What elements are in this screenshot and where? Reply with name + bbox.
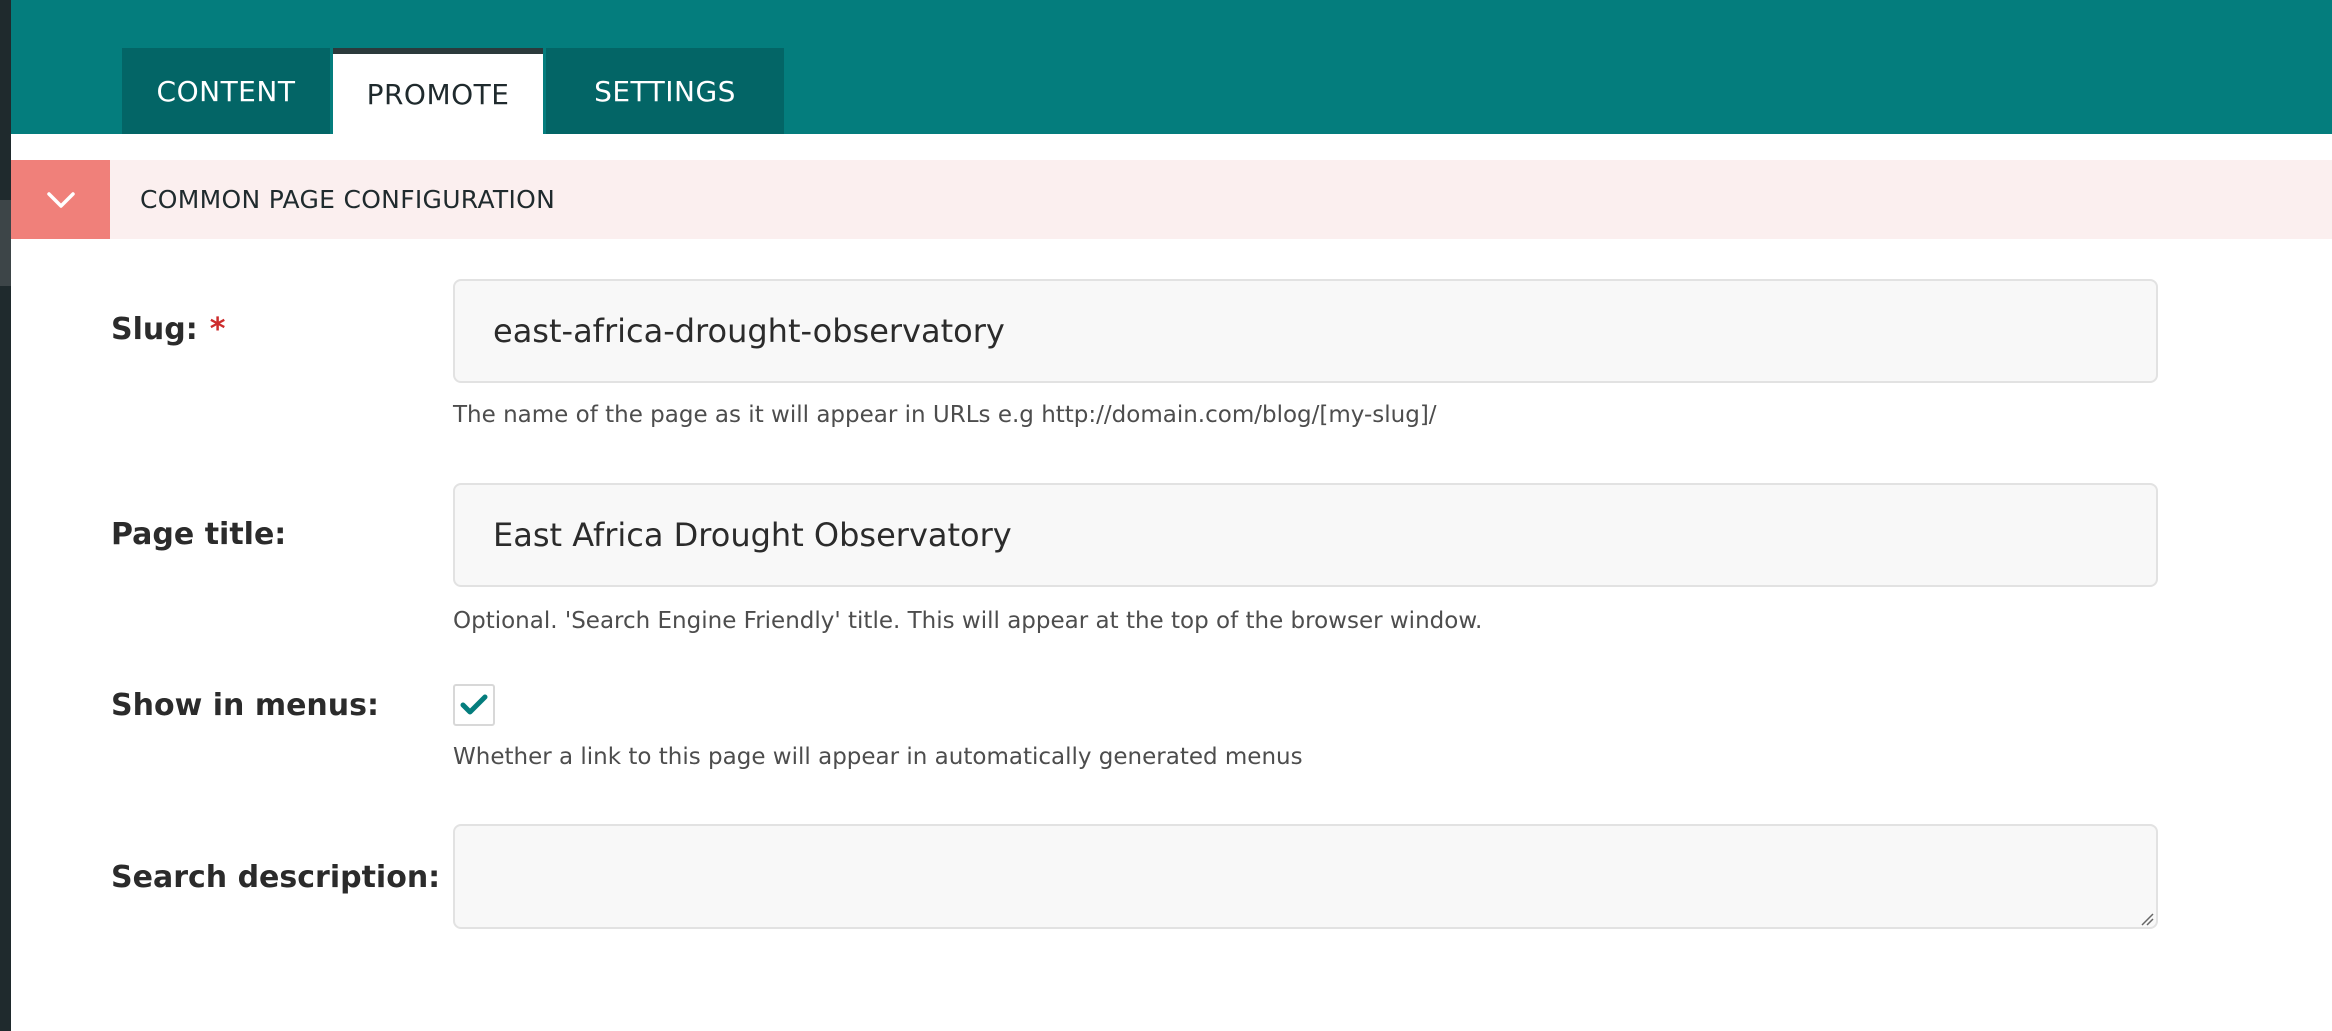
tab-promote-label: PROMOTE (366, 77, 510, 111)
show-in-menus-label: Show in menus: (111, 688, 379, 723)
editor-header: CONTENT PROMOTE SETTINGS (11, 0, 2332, 134)
page-title-label: Page title: (111, 517, 287, 552)
sidebar-active-marker (0, 200, 11, 286)
checkmark-icon (460, 694, 488, 715)
search-description-label: Search description: (111, 860, 441, 895)
tab-content-label: CONTENT (156, 74, 296, 108)
page-title-input[interactable] (453, 483, 2158, 587)
resize-grip-icon[interactable] (2140, 912, 2154, 926)
page-title-help-text: Optional. 'Search Engine Friendly' title… (453, 608, 1483, 634)
left-sidebar-strip (0, 0, 11, 1031)
section-header: COMMON PAGE CONFIGURATION (11, 160, 2332, 239)
required-marker: * (209, 312, 226, 347)
search-description-textarea[interactable] (453, 824, 2158, 929)
tab-content[interactable]: CONTENT (122, 48, 330, 134)
section-title: COMMON PAGE CONFIGURATION (140, 185, 556, 214)
section-collapse-button[interactable] (11, 160, 110, 239)
show-in-menus-checkbox[interactable] (453, 684, 495, 726)
tab-promote[interactable]: PROMOTE (333, 48, 543, 134)
tab-settings[interactable]: SETTINGS (546, 48, 784, 134)
slug-help-text: The name of the page as it will appear i… (453, 402, 1437, 428)
chevron-down-icon (46, 191, 75, 208)
slug-label: Slug: * (111, 312, 225, 347)
tab-settings-label: SETTINGS (594, 74, 736, 108)
slug-input[interactable] (453, 279, 2158, 383)
show-in-menus-help-text: Whether a link to this page will appear … (453, 744, 1303, 770)
slug-label-text: Slug: (111, 312, 198, 347)
